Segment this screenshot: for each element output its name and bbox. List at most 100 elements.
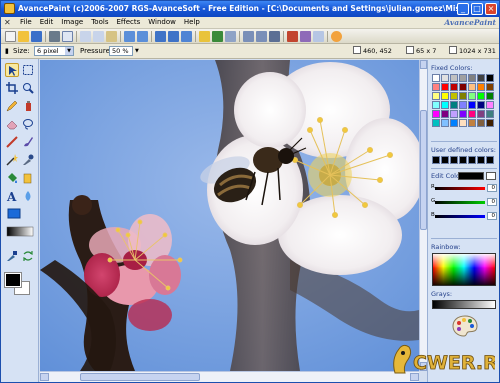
user-color-swatch[interactable] <box>477 156 485 164</box>
fixed-color-swatch[interactable] <box>486 92 494 100</box>
close-button[interactable]: × <box>485 3 497 15</box>
flip-vertical-icon[interactable] <box>256 31 267 42</box>
edit-color-preview[interactable] <box>458 172 484 180</box>
fixed-color-swatch[interactable] <box>459 119 467 127</box>
crop-tool-icon[interactable] <box>5 81 19 95</box>
app-icon[interactable] <box>4 3 15 14</box>
menu-help[interactable]: Help <box>180 18 204 27</box>
crop-icon[interactable] <box>168 31 179 42</box>
vertical-scroll-thumb[interactable] <box>420 110 427 230</box>
menu-image[interactable]: Image <box>57 18 87 27</box>
fixed-color-swatch[interactable] <box>441 101 449 109</box>
rotate-icon[interactable] <box>181 31 192 42</box>
fixed-color-swatch[interactable] <box>486 119 494 127</box>
green-slider[interactable]: G 0 <box>431 198 497 207</box>
user-color-swatch[interactable] <box>459 156 467 164</box>
swap-colors-icon[interactable] <box>21 249 35 263</box>
fixed-color-swatch[interactable] <box>432 74 440 82</box>
layers-icon[interactable] <box>300 31 311 42</box>
blue-value[interactable]: 0 <box>487 212 497 220</box>
fixed-color-swatch[interactable] <box>468 101 476 109</box>
fixed-color-swatch[interactable] <box>432 101 440 109</box>
flip-horizontal-icon[interactable] <box>243 31 254 42</box>
user-color-swatch[interactable] <box>486 156 494 164</box>
open-icon[interactable] <box>18 31 29 42</box>
color-adjust-icon[interactable] <box>212 31 223 42</box>
blue-slider[interactable]: B 0 <box>431 212 497 221</box>
red-value[interactable]: 0 <box>487 184 497 192</box>
chevron-down-icon[interactable]: ▼ <box>135 48 139 54</box>
fixed-color-swatch[interactable] <box>477 101 485 109</box>
user-color-swatch[interactable] <box>441 156 449 164</box>
resize-icon[interactable] <box>155 31 166 42</box>
horizontal-scrollbar[interactable] <box>40 371 419 382</box>
fixed-color-swatch[interactable] <box>477 110 485 118</box>
menu-effects[interactable]: Effects <box>112 18 144 27</box>
magic-wand-icon[interactable] <box>5 153 19 167</box>
fixed-color-swatch[interactable] <box>459 110 467 118</box>
scroll-up-button[interactable] <box>420 60 427 69</box>
fixed-color-swatch[interactable] <box>432 83 440 91</box>
menu-window[interactable]: Window <box>144 18 180 27</box>
fixed-color-swatch[interactable] <box>450 74 458 82</box>
eraser-tool-icon[interactable] <box>5 117 19 131</box>
menu-edit[interactable]: Edit <box>36 18 58 27</box>
menu-tools[interactable]: Tools <box>87 18 112 27</box>
fixed-color-swatch[interactable] <box>441 119 449 127</box>
red-slider[interactable]: R 0 <box>431 184 497 193</box>
minimize-button[interactable]: _ <box>457 3 469 15</box>
undo-icon[interactable] <box>124 31 135 42</box>
grays-picker[interactable] <box>432 300 496 309</box>
fixed-color-swatch[interactable] <box>468 83 476 91</box>
fixed-color-swatch[interactable] <box>486 74 494 82</box>
fixed-color-swatch[interactable] <box>486 101 494 109</box>
fixed-color-swatch[interactable] <box>441 74 449 82</box>
fixed-color-swatch[interactable] <box>450 110 458 118</box>
pencil-tool-icon[interactable] <box>5 99 19 113</box>
fixed-color-swatch[interactable] <box>468 92 476 100</box>
title-bar[interactable]: AvancePaint (c)2006-2007 RGS-AvanceSoft … <box>1 1 499 17</box>
menu-file[interactable]: File <box>16 18 36 27</box>
cut-icon[interactable] <box>80 31 91 42</box>
fixed-color-swatch[interactable] <box>450 101 458 109</box>
scan-icon[interactable] <box>62 31 73 42</box>
fixed-color-swatch[interactable] <box>486 110 494 118</box>
document-menu-icon[interactable]: ✕ <box>4 18 13 27</box>
lasso-tool-icon[interactable] <box>21 117 35 131</box>
paste-icon[interactable] <box>106 31 117 42</box>
fixed-color-swatch[interactable] <box>441 110 449 118</box>
fixed-color-swatch[interactable] <box>477 92 485 100</box>
pressure-select[interactable]: 50 % <box>109 46 133 56</box>
spray-tool-icon[interactable] <box>21 99 35 113</box>
edit-color-swatch[interactable] <box>486 172 496 180</box>
user-color-swatch[interactable] <box>450 156 458 164</box>
vertical-scrollbar[interactable] <box>419 60 427 371</box>
photo-image[interactable] <box>40 60 419 371</box>
effects-icon[interactable] <box>287 31 298 42</box>
select-rectangle-icon[interactable] <box>21 63 35 77</box>
fixed-color-swatch[interactable] <box>441 83 449 91</box>
fixed-color-swatch[interactable] <box>486 83 494 91</box>
grayscale-icon[interactable] <box>269 31 280 42</box>
fixed-color-swatch[interactable] <box>477 119 485 127</box>
image-canvas[interactable] <box>40 60 419 371</box>
foreground-color-swatch[interactable] <box>4 272 22 288</box>
fixed-color-swatch[interactable] <box>459 92 467 100</box>
user-color-swatch[interactable] <box>432 156 440 164</box>
size-select[interactable]: 6 pixel ▼ <box>34 46 74 56</box>
settings-icon[interactable] <box>313 31 324 42</box>
fixed-color-swatch[interactable] <box>459 101 467 109</box>
fixed-color-swatch[interactable] <box>450 83 458 91</box>
user-color-swatch[interactable] <box>468 156 476 164</box>
green-value[interactable]: 0 <box>487 198 497 206</box>
chevron-down-icon[interactable]: ▼ <box>65 47 73 55</box>
new-icon[interactable] <box>5 31 16 42</box>
fixed-color-swatch[interactable] <box>441 92 449 100</box>
gradient-tool-icon[interactable] <box>5 225 35 239</box>
fixed-color-swatch[interactable] <box>477 83 485 91</box>
fill-bucket-icon[interactable] <box>5 171 19 185</box>
clone-tool-icon[interactable] <box>21 171 35 185</box>
scroll-left-button[interactable] <box>40 373 49 381</box>
fixed-color-swatch[interactable] <box>432 110 440 118</box>
color-picker-icon[interactable] <box>21 153 35 167</box>
